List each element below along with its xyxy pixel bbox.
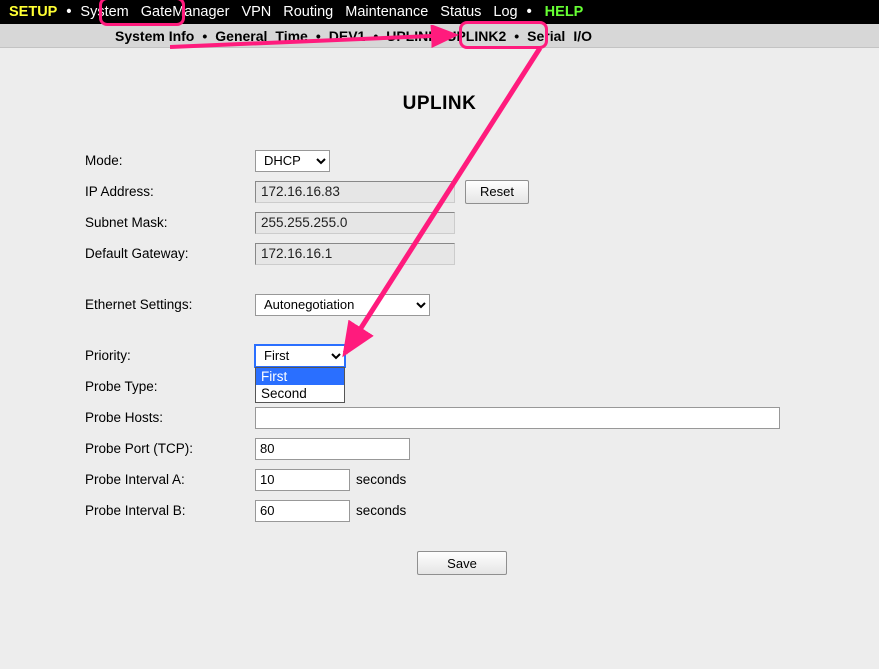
reset-button[interactable]: Reset bbox=[465, 180, 529, 204]
subnav-io[interactable]: I/O bbox=[573, 28, 592, 44]
probe-hosts-input[interactable] bbox=[255, 407, 780, 429]
dot-icon: • bbox=[514, 28, 519, 44]
nav-vpn[interactable]: VPN bbox=[238, 3, 274, 21]
nav-setup[interactable]: SETUP bbox=[6, 3, 60, 21]
top-nav: SETUP • System GateManager VPN Routing M… bbox=[0, 0, 879, 24]
gw-label: Default Gateway: bbox=[85, 246, 255, 261]
mask-label: Subnet Mask: bbox=[85, 215, 255, 230]
gw-value: 172.16.16.1 bbox=[255, 243, 455, 265]
nav-gatemanager[interactable]: GateManager bbox=[138, 3, 233, 21]
nav-routing[interactable]: Routing bbox=[280, 3, 336, 21]
priority-option-first[interactable]: First bbox=[256, 368, 344, 385]
dot-icon: • bbox=[527, 4, 532, 20]
subnav-general[interactable]: General bbox=[215, 28, 267, 44]
dot-icon: • bbox=[202, 28, 207, 44]
eth-label: Ethernet Settings: bbox=[85, 297, 255, 312]
content-area: UPLINK Mode: DHCP IP Address: 172.16.16.… bbox=[0, 48, 879, 575]
mode-label: Mode: bbox=[85, 153, 255, 168]
nav-system[interactable]: System bbox=[77, 3, 131, 21]
probe-int-a-label: Probe Interval A: bbox=[85, 472, 255, 487]
subnav-serial[interactable]: Serial bbox=[527, 28, 565, 44]
seconds-unit: seconds bbox=[356, 503, 406, 518]
sub-nav: System Info • General Time • DEV1 • UPLI… bbox=[0, 24, 879, 48]
nav-status[interactable]: Status bbox=[437, 3, 484, 21]
probe-hosts-label: Probe Hosts: bbox=[85, 410, 255, 425]
probe-type-label: Probe Type: bbox=[85, 379, 255, 394]
seconds-unit: seconds bbox=[356, 472, 406, 487]
mask-value: 255.255.255.0 bbox=[255, 212, 455, 234]
probe-int-b-label: Probe Interval B: bbox=[85, 503, 255, 518]
priority-select[interactable]: First bbox=[255, 345, 345, 367]
mode-select[interactable]: DHCP bbox=[255, 150, 330, 172]
subnav-uplink[interactable]: UPLINK bbox=[386, 28, 438, 44]
save-button[interactable]: Save bbox=[417, 551, 507, 575]
subnav-system-info[interactable]: System Info bbox=[115, 28, 194, 44]
probe-int-b-input[interactable] bbox=[255, 500, 350, 522]
ethernet-select[interactable]: Autonegotiation bbox=[255, 294, 430, 316]
ip-value: 172.16.16.83 bbox=[255, 181, 455, 203]
subnav-time[interactable]: Time bbox=[275, 28, 307, 44]
priority-option-second[interactable]: Second bbox=[256, 385, 344, 402]
dot-icon: • bbox=[373, 28, 378, 44]
nav-help[interactable]: HELP bbox=[542, 3, 587, 21]
nav-maintenance[interactable]: Maintenance bbox=[342, 3, 431, 21]
priority-label: Priority: bbox=[85, 348, 255, 363]
subnav-dev1[interactable]: DEV1 bbox=[329, 28, 366, 44]
uplink-form: Mode: DHCP IP Address: 172.16.16.83 Rese… bbox=[85, 145, 879, 575]
probe-port-input[interactable] bbox=[255, 438, 410, 460]
subnav-uplink2[interactable]: UPLINK2 bbox=[446, 28, 506, 44]
nav-log[interactable]: Log bbox=[490, 3, 520, 21]
ip-label: IP Address: bbox=[85, 184, 255, 199]
dot-icon: • bbox=[66, 4, 71, 20]
dot-icon: • bbox=[316, 28, 321, 44]
priority-dropdown-open: First Second bbox=[255, 367, 345, 403]
page-title: UPLINK bbox=[0, 93, 879, 115]
probe-int-a-input[interactable] bbox=[255, 469, 350, 491]
probe-port-label: Probe Port (TCP): bbox=[85, 441, 255, 456]
